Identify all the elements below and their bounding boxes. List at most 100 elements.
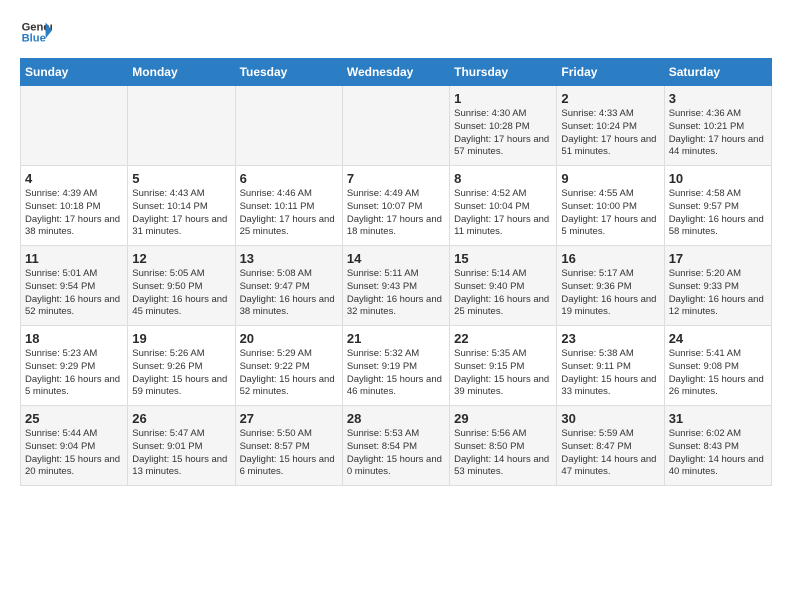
weekday-header-saturday: Saturday (664, 59, 771, 86)
cell-content: Sunrise: 5:35 AMSunset: 9:15 PMDaylight:… (454, 348, 552, 399)
cell-content: Sunrise: 5:59 AMSunset: 8:47 PMDaylight:… (561, 428, 659, 479)
calendar-cell: 28 Sunrise: 5:53 AMSunset: 8:54 PMDayligh… (342, 406, 449, 486)
calendar-cell: 4Sunrise: 4:39 AMSunset: 10:18 PMDayligh… (21, 166, 128, 246)
day-number: 25 (25, 411, 123, 426)
calendar-cell: 10 Sunrise: 4:58 AMSunset: 9:57 PMDayligh… (664, 166, 771, 246)
day-number: 28 (347, 411, 445, 426)
day-number: 10 (669, 171, 767, 186)
cell-content: Sunrise: 4:52 AMSunset: 10:04 PMDaylight… (454, 188, 552, 239)
cell-content: Sunrise: 5:23 AMSunset: 9:29 PMDaylight:… (25, 348, 123, 399)
cell-content: Sunrise: 5:29 AMSunset: 9:22 PMDaylight:… (240, 348, 338, 399)
calendar-cell: 6 Sunrise: 4:46 AMSunset: 10:11 PMDayligh… (235, 166, 342, 246)
calendar-cell: 14 Sunrise: 5:11 AMSunset: 9:43 PMDayligh… (342, 246, 449, 326)
day-number: 24 (669, 331, 767, 346)
day-number: 6 (240, 171, 338, 186)
calendar-cell: 8 Sunrise: 4:52 AMSunset: 10:04 PMDayligh… (450, 166, 557, 246)
cell-content: Sunrise: 5:01 AMSunset: 9:54 PMDaylight:… (25, 268, 123, 319)
cell-content: Sunrise: 5:47 AMSunset: 9:01 PMDaylight:… (132, 428, 230, 479)
calendar-cell (235, 86, 342, 166)
cell-content: Sunrise: 5:50 AMSunset: 8:57 PMDaylight:… (240, 428, 338, 479)
day-number: 21 (347, 331, 445, 346)
calendar-cell: 1 Sunrise: 4:30 AMSunset: 10:28 PMDayligh… (450, 86, 557, 166)
day-number: 22 (454, 331, 552, 346)
cell-content: Sunrise: 4:39 AMSunset: 10:18 PMDaylight… (25, 188, 123, 239)
cell-content: Sunrise: 5:08 AMSunset: 9:47 PMDaylight:… (240, 268, 338, 319)
calendar-cell: 17 Sunrise: 5:20 AMSunset: 9:33 PMDayligh… (664, 246, 771, 326)
cell-content: Sunrise: 5:17 AMSunset: 9:36 PMDaylight:… (561, 268, 659, 319)
day-number: 3 (669, 91, 767, 106)
calendar-cell: 11 Sunrise: 5:01 AMSunset: 9:54 PMDayligh… (21, 246, 128, 326)
calendar-cell: 29 Sunrise: 5:56 AMSunset: 8:50 PMDayligh… (450, 406, 557, 486)
day-number: 9 (561, 171, 659, 186)
calendar-cell: 13 Sunrise: 5:08 AMSunset: 9:47 PMDayligh… (235, 246, 342, 326)
calendar-cell: 31Sunrise: 6:02 AMSunset: 8:43 PMDayligh… (664, 406, 771, 486)
cell-content: Sunrise: 5:38 AMSunset: 9:11 PMDaylight:… (561, 348, 659, 399)
cell-content: Sunrise: 5:53 AMSunset: 8:54 PMDaylight:… (347, 428, 445, 479)
day-number: 8 (454, 171, 552, 186)
calendar-cell: 9 Sunrise: 4:55 AMSunset: 10:00 PMDayligh… (557, 166, 664, 246)
page-container: General Blue SundayMondayTuesdayWednesda… (0, 0, 792, 502)
calendar-cell: 20 Sunrise: 5:29 AMSunset: 9:22 PMDayligh… (235, 326, 342, 406)
weekday-header-tuesday: Tuesday (235, 59, 342, 86)
calendar-cell: 22 Sunrise: 5:35 AMSunset: 9:15 PMDayligh… (450, 326, 557, 406)
day-number: 18 (25, 331, 123, 346)
calendar-cell: 27 Sunrise: 5:50 AMSunset: 8:57 PMDayligh… (235, 406, 342, 486)
calendar-cell: 24Sunrise: 5:41 AMSunset: 9:08 PMDayligh… (664, 326, 771, 406)
cell-content: Sunrise: 4:30 AMSunset: 10:28 PMDaylight… (454, 108, 552, 159)
day-number: 26 (132, 411, 230, 426)
calendar-cell: 18 Sunrise: 5:23 AMSunset: 9:29 PMDayligh… (21, 326, 128, 406)
cell-content: Sunrise: 4:46 AMSunset: 10:11 PMDaylight… (240, 188, 338, 239)
calendar-cell: 2 Sunrise: 4:33 AMSunset: 10:24 PMDayligh… (557, 86, 664, 166)
week-row-4: 18 Sunrise: 5:23 AMSunset: 9:29 PMDayligh… (21, 326, 772, 406)
day-number: 17 (669, 251, 767, 266)
calendar-cell: 7 Sunrise: 4:49 AMSunset: 10:07 PMDayligh… (342, 166, 449, 246)
cell-content: Sunrise: 4:58 AMSunset: 9:57 PMDaylight:… (669, 188, 767, 239)
day-number: 19 (132, 331, 230, 346)
cell-content: Sunrise: 4:55 AMSunset: 10:00 PMDaylight… (561, 188, 659, 239)
day-number: 16 (561, 251, 659, 266)
cell-content: Sunrise: 5:11 AMSunset: 9:43 PMDaylight:… (347, 268, 445, 319)
day-number: 1 (454, 91, 552, 106)
cell-content: Sunrise: 4:49 AMSunset: 10:07 PMDaylight… (347, 188, 445, 239)
day-number: 30 (561, 411, 659, 426)
day-number: 20 (240, 331, 338, 346)
cell-content: Sunrise: 5:44 AMSunset: 9:04 PMDaylight:… (25, 428, 123, 479)
calendar-cell: 23 Sunrise: 5:38 AMSunset: 9:11 PMDayligh… (557, 326, 664, 406)
cell-content: Sunrise: 5:20 AMSunset: 9:33 PMDaylight:… (669, 268, 767, 319)
calendar-cell: 3 Sunrise: 4:36 AMSunset: 10:21 PMDayligh… (664, 86, 771, 166)
day-number: 7 (347, 171, 445, 186)
svg-text:Blue: Blue (22, 33, 46, 45)
day-number: 11 (25, 251, 123, 266)
weekday-header-monday: Monday (128, 59, 235, 86)
logo: General Blue (20, 16, 52, 48)
day-number: 14 (347, 251, 445, 266)
calendar-cell: 5 Sunrise: 4:43 AMSunset: 10:14 PMDayligh… (128, 166, 235, 246)
day-number: 13 (240, 251, 338, 266)
day-number: 27 (240, 411, 338, 426)
cell-content: Sunrise: 4:43 AMSunset: 10:14 PMDaylight… (132, 188, 230, 239)
header: General Blue (20, 16, 772, 48)
logo-icon: General Blue (20, 16, 52, 48)
calendar-cell: 19Sunrise: 5:26 AMSunset: 9:26 PMDayligh… (128, 326, 235, 406)
cell-content: Sunrise: 5:14 AMSunset: 9:40 PMDaylight:… (454, 268, 552, 319)
calendar-cell: 26 Sunrise: 5:47 AMSunset: 9:01 PMDayligh… (128, 406, 235, 486)
weekday-header-wednesday: Wednesday (342, 59, 449, 86)
day-number: 29 (454, 411, 552, 426)
calendar-cell: 21Sunrise: 5:32 AMSunset: 9:19 PMDayligh… (342, 326, 449, 406)
week-row-5: 25 Sunrise: 5:44 AMSunset: 9:04 PMDayligh… (21, 406, 772, 486)
day-number: 15 (454, 251, 552, 266)
cell-content: Sunrise: 5:05 AMSunset: 9:50 PMDaylight:… (132, 268, 230, 319)
calendar-cell: 16 Sunrise: 5:17 AMSunset: 9:36 PMDayligh… (557, 246, 664, 326)
day-number: 23 (561, 331, 659, 346)
week-row-3: 11 Sunrise: 5:01 AMSunset: 9:54 PMDayligh… (21, 246, 772, 326)
cell-content: Sunrise: 5:56 AMSunset: 8:50 PMDaylight:… (454, 428, 552, 479)
weekday-header-row: SundayMondayTuesdayWednesdayThursdayFrid… (21, 59, 772, 86)
calendar-cell: 30 Sunrise: 5:59 AMSunset: 8:47 PMDayligh… (557, 406, 664, 486)
calendar-cell: 15 Sunrise: 5:14 AMSunset: 9:40 PMDayligh… (450, 246, 557, 326)
cell-content: Sunrise: 4:36 AMSunset: 10:21 PMDaylight… (669, 108, 767, 159)
calendar-cell: 12Sunrise: 5:05 AMSunset: 9:50 PMDayligh… (128, 246, 235, 326)
day-number: 2 (561, 91, 659, 106)
day-number: 5 (132, 171, 230, 186)
cell-content: Sunrise: 4:33 AMSunset: 10:24 PMDaylight… (561, 108, 659, 159)
week-row-2: 4Sunrise: 4:39 AMSunset: 10:18 PMDayligh… (21, 166, 772, 246)
